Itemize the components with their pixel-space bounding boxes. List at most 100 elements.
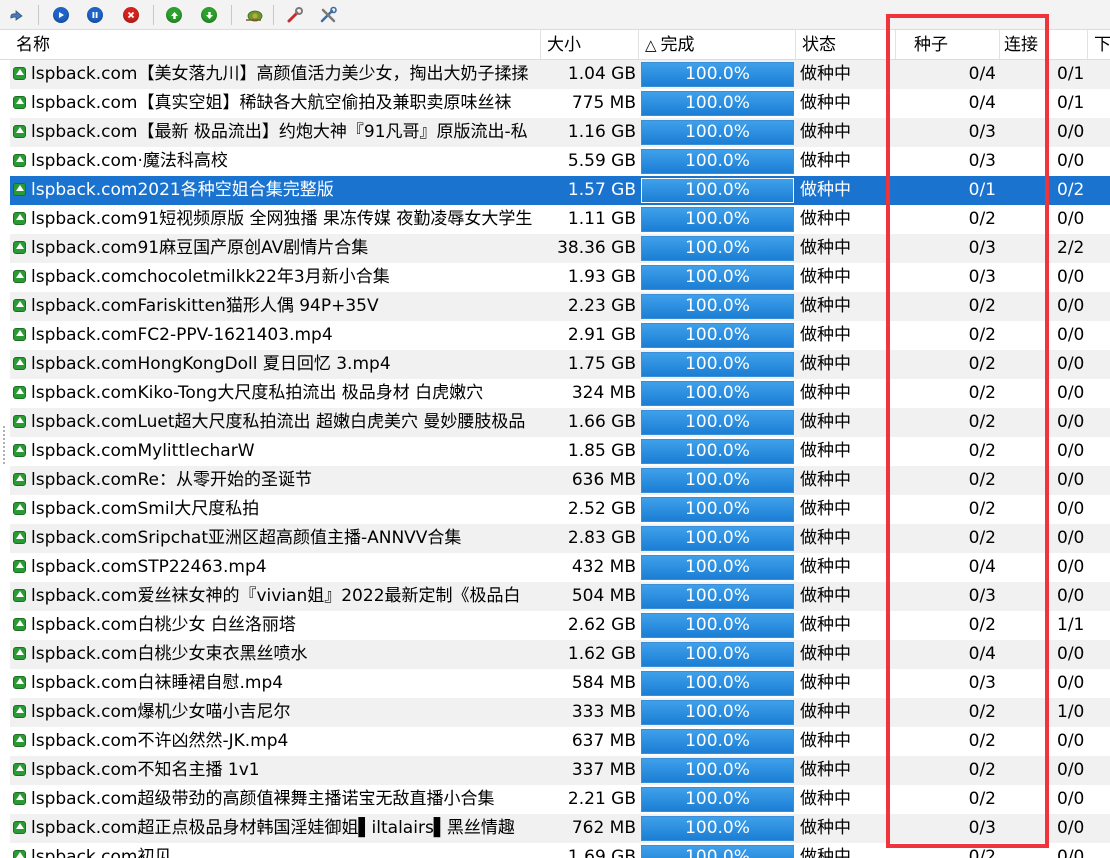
progress-bar: 100.0% bbox=[641, 91, 794, 116]
torrent-size: 1.04 GB bbox=[567, 64, 636, 84]
table-row[interactable]: lspback.com91麻豆国产原创AV剧情片合集 38.36 GB 100.0%… bbox=[10, 234, 1110, 263]
column-seeds[interactable]: 种子 bbox=[896, 30, 1000, 59]
table-row[interactable]: lspback.com【真实空姐】稀缺各大航空偷拍及兼职卖原味丝袜 775 MB 1… bbox=[10, 89, 1110, 118]
progress-text: 100.0% bbox=[685, 499, 750, 519]
stop-icon[interactable] bbox=[120, 4, 142, 26]
table-row[interactable]: lspback.com白袜睡裙自慰.mp4 584 MB 100.0% 做种中 0/3 0… bbox=[10, 669, 1110, 698]
move-down-icon[interactable] bbox=[198, 4, 220, 26]
link-icon[interactable] bbox=[6, 4, 28, 26]
table-row[interactable]: lspback.com超级带劲的高颜值裸舞主播诺宝无敌直播小合集 2.21 GB 1… bbox=[10, 785, 1110, 814]
table-row[interactable]: lspback.com初见 1.69 GB 100.0% 做种中 0/2 0/0 bbox=[10, 843, 1110, 858]
torrent-state: 做种中 bbox=[800, 847, 851, 858]
table-row[interactable]: lspback.comSripchat亚洲区超高颜值主播-ANNVV合集 2.83… bbox=[10, 524, 1110, 553]
torrent-name: lspback.comFC2-PPV-1621403.mp4 bbox=[31, 325, 333, 345]
table-row[interactable]: lspback.com【美女落九川】高颜值活力美少女，掏出大奶子揉揉 1.04 G… bbox=[10, 60, 1110, 89]
torrent-state: 做种中 bbox=[800, 354, 851, 374]
torrent-list[interactable]: lspback.com【美女落九川】高颜值活力美少女，掏出大奶子揉揉 1.04 G… bbox=[0, 60, 1110, 858]
torrent-name: lspback.com·魔法科高校 bbox=[31, 151, 228, 171]
tools-icon[interactable] bbox=[318, 4, 340, 26]
table-row[interactable]: lspback.comMylittlecharW 1.85 GB 100.0% 做种中… bbox=[10, 437, 1110, 466]
table-row[interactable]: lspback.comFC2-PPV-1621403.mp4 2.91 GB 100… bbox=[10, 321, 1110, 350]
torrent-size: 337 MB bbox=[571, 760, 636, 780]
table-row[interactable]: lspback.com爱丝袜女神的『vivian姐』2022最新定制《极品白 50… bbox=[10, 582, 1110, 611]
progress-text: 100.0% bbox=[685, 731, 750, 751]
progress-cell: 100.0% bbox=[641, 785, 794, 814]
torrent-name: lspback.com不知名主播 1v1 bbox=[31, 760, 260, 780]
torrent-state: 做种中 bbox=[800, 586, 851, 606]
move-up-icon[interactable] bbox=[163, 4, 185, 26]
column-name[interactable]: 名称 bbox=[10, 30, 541, 59]
table-row[interactable]: lspback.comLuet超大尺度私拍流出 超嫩白虎美穴 曼妙腰肢极品 1.6… bbox=[10, 408, 1110, 437]
table-row[interactable]: lspback.com爆机少女喵小吉尼尔 333 MB 100.0% 做种中 0/2 1/… bbox=[10, 698, 1110, 727]
table-row[interactable]: lspback.com白桃少女 白丝洛丽塔 2.62 GB 100.0% 做种中 0/2… bbox=[10, 611, 1110, 640]
torrent-state: 做种中 bbox=[800, 557, 851, 577]
table-row[interactable]: lspback.com91短视频原版 全网独播 果冻传媒 夜勤凌辱女大学生 1.1… bbox=[10, 205, 1110, 234]
table-row[interactable]: lspback.com·魔法科高校 5.59 GB 100.0% 做种中 0/3 0/0 bbox=[10, 147, 1110, 176]
progress-bar: 100.0% bbox=[641, 352, 794, 377]
progress-cell: 100.0% bbox=[641, 727, 794, 756]
torrent-name: lspback.comchocoletmilkk22年3月新小合集 bbox=[31, 267, 390, 287]
progress-text: 100.0% bbox=[685, 702, 750, 722]
progress-text: 100.0% bbox=[685, 383, 750, 403]
progress-text: 100.0% bbox=[685, 151, 750, 171]
torrent-name: lspback.com超正点极品身材韩国淫娃御姐▌iltalairs▌黑丝情趣 bbox=[31, 818, 515, 838]
progress-cell: 100.0% bbox=[641, 350, 794, 379]
progress-cell: 100.0% bbox=[641, 698, 794, 727]
progress-cell: 100.0% bbox=[641, 89, 794, 118]
column-more[interactable]: 下 bbox=[1088, 30, 1110, 59]
torrent-seeds: 0/3 bbox=[968, 586, 996, 606]
column-done[interactable]: △ 完成 bbox=[639, 30, 796, 59]
torrent-connections: 1/0 bbox=[1057, 702, 1085, 722]
torrent-connections: 0/0 bbox=[1057, 441, 1085, 461]
progress-cell: 100.0% bbox=[641, 843, 794, 858]
progress-cell: 100.0% bbox=[641, 495, 794, 524]
pause-icon[interactable] bbox=[84, 4, 106, 26]
table-row[interactable]: lspback.com不知名主播 1v1 337 MB 100.0% 做种中 0/2 0/… bbox=[10, 756, 1110, 785]
torrent-connections: 0/0 bbox=[1057, 847, 1085, 858]
column-state[interactable]: 状态 bbox=[796, 30, 896, 59]
table-row[interactable]: lspback.com不许凶然然-JK.mp4 637 MB 100.0% 做种中 0/… bbox=[10, 727, 1110, 756]
table-row[interactable]: lspback.comSTP22463.mp4 432 MB 100.0% 做种中 0/… bbox=[10, 553, 1110, 582]
progress-bar: 100.0% bbox=[641, 410, 794, 435]
torrent-size: 2.52 GB bbox=[567, 499, 636, 519]
progress-bar: 100.0% bbox=[641, 671, 794, 696]
torrent-connections: 0/0 bbox=[1057, 528, 1085, 548]
start-icon[interactable] bbox=[50, 4, 72, 26]
torrent-seeds: 0/2 bbox=[968, 789, 996, 809]
table-row[interactable]: lspback.comRe：从零开始的圣诞节 636 MB 100.0% 做种中 0/2… bbox=[10, 466, 1110, 495]
torrent-state: 做种中 bbox=[800, 296, 851, 316]
splitter-grip[interactable] bbox=[2, 425, 6, 465]
torrent-connections: 0/0 bbox=[1057, 673, 1085, 693]
torrent-name: lspback.com2021各种空姐合集完整版 bbox=[31, 180, 334, 200]
table-row[interactable]: lspback.com2021各种空姐合集完整版 1.57 GB 100.0% 做种中… bbox=[10, 176, 1110, 205]
torrent-connections: 0/0 bbox=[1057, 557, 1085, 577]
torrent-size: 333 MB bbox=[571, 702, 636, 722]
table-row[interactable]: lspback.comHongKongDoll 夏日回忆 3.mp4 1.75 G… bbox=[10, 350, 1110, 379]
progress-text: 100.0% bbox=[685, 818, 750, 838]
progress-bar: 100.0% bbox=[641, 613, 794, 638]
progress-text: 100.0% bbox=[685, 847, 750, 858]
table-row[interactable]: lspback.com超正点极品身材韩国淫娃御姐▌iltalairs▌黑丝情趣 7… bbox=[10, 814, 1110, 843]
table-row[interactable]: lspback.comKiko-Tong大尺度私拍流出 极品身材 白虎嫩穴 324… bbox=[10, 379, 1110, 408]
column-connections[interactable]: 连接 bbox=[1000, 30, 1088, 59]
table-row[interactable]: lspback.com【最新 极品流出】约炮大神『91凡哥』原版流出-私 1.16… bbox=[10, 118, 1110, 147]
table-row[interactable]: lspback.comchocoletmilkk22年3月新小合集 1.93 GB… bbox=[10, 263, 1110, 292]
column-size[interactable]: 大小 bbox=[541, 30, 639, 59]
torrent-connections: 0/0 bbox=[1057, 296, 1085, 316]
settings-icon[interactable] bbox=[284, 4, 306, 26]
progress-cell: 100.0% bbox=[641, 205, 794, 234]
toolbar-separator bbox=[153, 5, 154, 25]
table-row[interactable]: lspback.comFariskitten猫形人偶 94P+35V 2.23 G… bbox=[10, 292, 1110, 321]
progress-text: 100.0% bbox=[685, 325, 750, 345]
torrent-size: 1.11 GB bbox=[567, 209, 636, 229]
torrent-connections: 0/0 bbox=[1057, 644, 1085, 664]
torrent-name: lspback.comFariskitten猫形人偶 94P+35V bbox=[31, 296, 379, 316]
table-row[interactable]: lspback.com白桃少女束衣黑丝喷水 1.62 GB 100.0% 做种中 0/4… bbox=[10, 640, 1110, 669]
progress-bar: 100.0% bbox=[641, 207, 794, 232]
table-row[interactable]: lspback.comSmil大尺度私拍 2.52 GB 100.0% 做种中 0/2 0… bbox=[10, 495, 1110, 524]
torrent-state: 做种中 bbox=[800, 122, 851, 142]
progress-bar: 100.0% bbox=[641, 439, 794, 464]
torrent-connections: 0/0 bbox=[1057, 586, 1085, 606]
speed-limit-icon[interactable] bbox=[243, 4, 265, 26]
torrent-state: 做种中 bbox=[800, 731, 851, 751]
